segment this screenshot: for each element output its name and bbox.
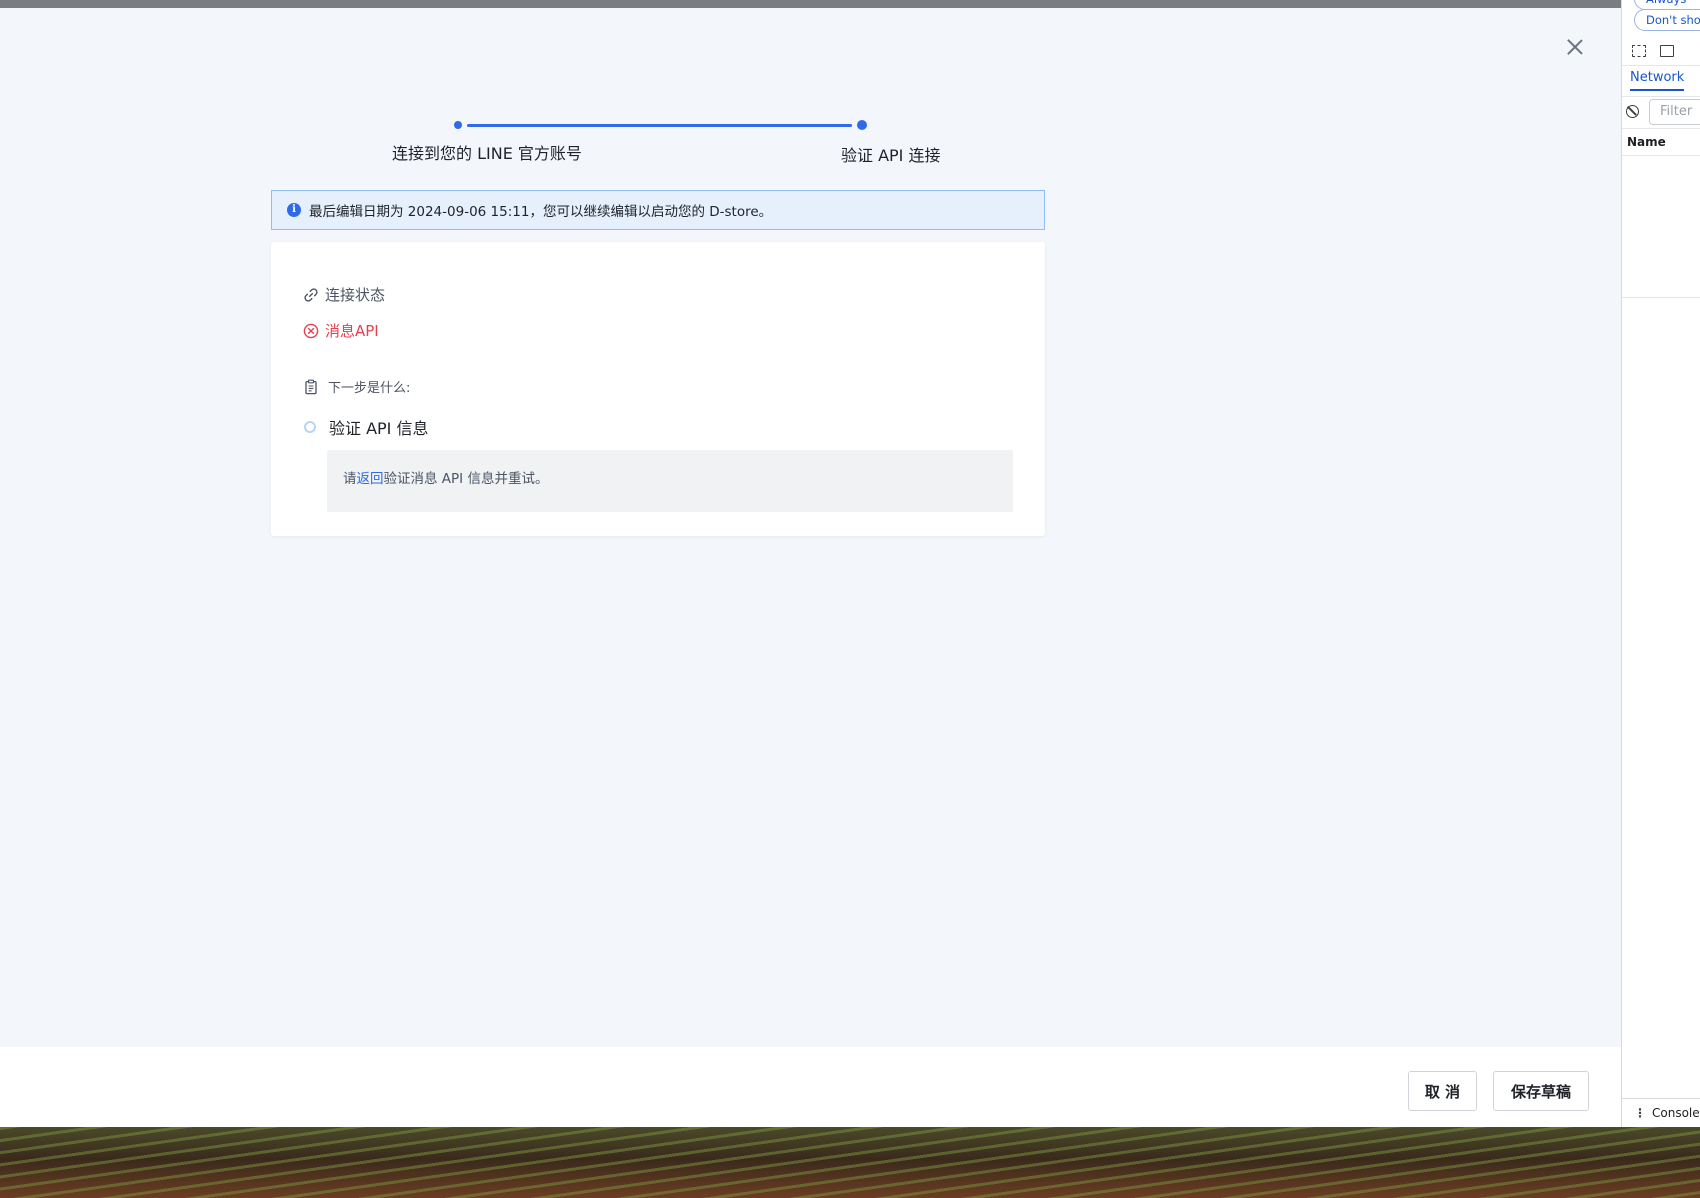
tab-console[interactable]: Console [1652,1106,1700,1120]
background-landscape-image [0,1127,1700,1198]
next-steps-title: 下一步是什么: [303,377,410,396]
info-banner: i 最后编辑日期为 2024-09-06 15:11，您可以继续编辑以启动您的 … [271,190,1045,230]
devtools-filter-row: Filter [1622,96,1700,126]
devtools-pill-dont-show[interactable]: Don't show [1634,9,1700,31]
hint-box: 请返回验证消息 API 信息并重试。 [327,450,1013,512]
back-link[interactable]: 返回 [357,471,384,487]
message-api-status: 消息API [303,320,379,341]
devtools-panel: Always Don't show Network Filter Name ⋮C… [1621,0,1700,1127]
step-1-dot [454,121,462,129]
device-toolbar-icon[interactable] [1660,45,1674,57]
hint-suffix: 验证消息 API 信息并重试。 [383,471,549,487]
network-request-list [1622,156,1700,298]
connection-status-title: 连接状态 [303,284,385,305]
inspect-element-icon[interactable] [1632,45,1646,57]
banner-text: 最后编辑日期为 2024-09-06 15:11，您可以继续编辑以启动您的 D-… [309,204,773,220]
step-2-label: 验证 API 连接 [841,146,941,165]
tab-network[interactable]: Network [1630,70,1685,91]
save-draft-button[interactable]: 保存草稿 [1493,1071,1589,1111]
connection-status-label: 连接状态 [325,286,386,304]
message-api-label: 消息API [325,322,379,340]
step-2-dot [857,120,867,130]
info-icon: i [287,203,301,217]
verify-api-label: 验证 API 信息 [329,419,429,438]
link-icon [304,287,318,302]
error-circle-icon [303,323,319,338]
clipboard-icon [305,379,317,394]
devtools-drawer-bar: ⋮ Console [1622,1098,1700,1127]
block-requests-icon[interactable] [1626,105,1639,118]
step-progress-line [467,124,852,127]
step-1-label: 连接到您的 LINE 官方账号 [392,144,582,163]
cancel-button[interactable]: 取 消 [1408,1071,1477,1111]
browser-top-strip [0,0,1622,8]
more-options-icon[interactable]: ⋮ [1634,1099,1646,1127]
pending-step-icon [304,421,316,433]
network-column-name[interactable]: Name [1622,128,1700,156]
footer-bar: 取 消 保存草稿 [0,1047,1621,1127]
verify-api-step: 验证 API 信息 [303,415,429,439]
hint-prefix: 请 [343,471,357,487]
stepper: 连接到您的 LINE 官方账号 验证 API 连接 [0,8,1621,188]
next-steps-label: 下一步是什么: [328,381,411,396]
connection-card: 连接状态 消息API 下一步是什么: 验证 API 信息 请返回验证消息 API… [271,242,1045,536]
network-filter-input[interactable]: Filter [1649,99,1700,125]
devtools-toolbar [1622,38,1700,66]
setup-modal: 连接到您的 LINE 官方账号 验证 API 连接 i 最后编辑日期为 2024… [0,8,1621,1047]
